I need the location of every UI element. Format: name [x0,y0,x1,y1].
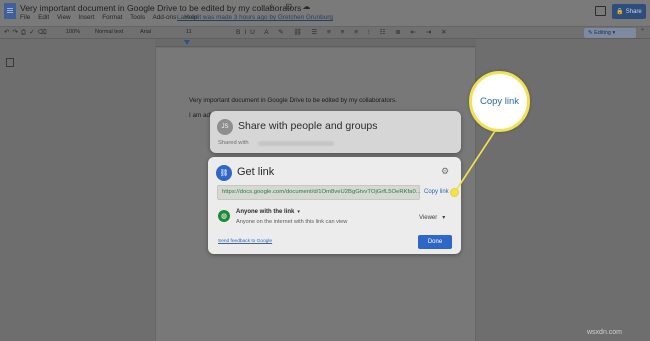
callout-label: Copy link [479,96,520,107]
callout-pointer-line [454,130,496,193]
callout-target-dot [450,188,459,197]
watermark: wsxdn.com [587,329,623,336]
copy-link-callout: Copy link [469,71,530,132]
